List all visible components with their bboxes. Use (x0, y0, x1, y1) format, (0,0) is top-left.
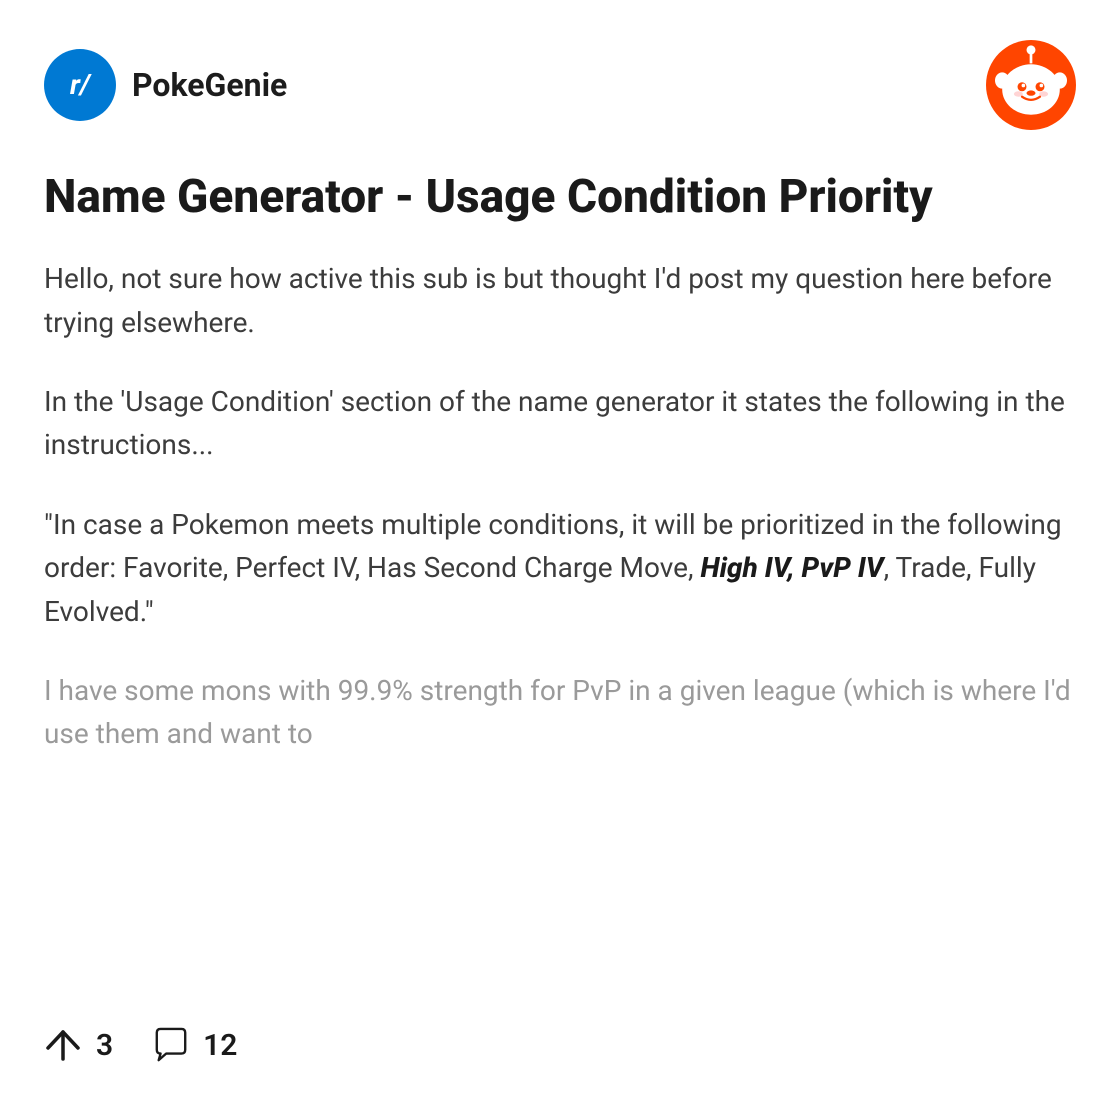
comment-section[interactable]: 12 (153, 1027, 237, 1063)
paragraph-faded: I have some mons with 99.9% strength for… (44, 669, 1076, 756)
comment-count: 12 (203, 1028, 237, 1063)
upvote-icon[interactable] (44, 1026, 82, 1064)
paragraph-section-ref: In the 'Usage Condition' section of the … (44, 380, 1076, 467)
subreddit-icon: r/ (44, 49, 116, 121)
paragraph-quote: "In case a Pokemon meets multiple condit… (44, 503, 1076, 633)
subreddit-name[interactable]: PokeGenie (132, 66, 287, 104)
post-body: Hello, not sure how active this sub is b… (44, 257, 1076, 756)
subreddit-info[interactable]: r/ PokeGenie (44, 49, 287, 121)
comment-icon[interactable] (153, 1027, 189, 1063)
paragraph-intro-text: Hello, not sure how active this sub is b… (44, 262, 1052, 338)
vote-section[interactable]: 3 (44, 1026, 113, 1064)
vote-count: 3 (96, 1028, 113, 1063)
reddit-alien-icon (986, 40, 1076, 130)
post-card: r/ PokeGenie (0, 0, 1120, 1120)
paragraph-intro: Hello, not sure how active this sub is b… (44, 257, 1076, 344)
post-title: Name Generator - Usage Condition Priorit… (44, 170, 1076, 225)
post-footer: 3 12 (44, 1026, 237, 1064)
quote-bold-italic: High IV, PvP IV (700, 551, 883, 584)
subreddit-logo-text: r/ (70, 71, 90, 99)
post-header: r/ PokeGenie (44, 40, 1076, 130)
paragraph-section-ref-text: In the 'Usage Condition' section of the … (44, 385, 1065, 461)
